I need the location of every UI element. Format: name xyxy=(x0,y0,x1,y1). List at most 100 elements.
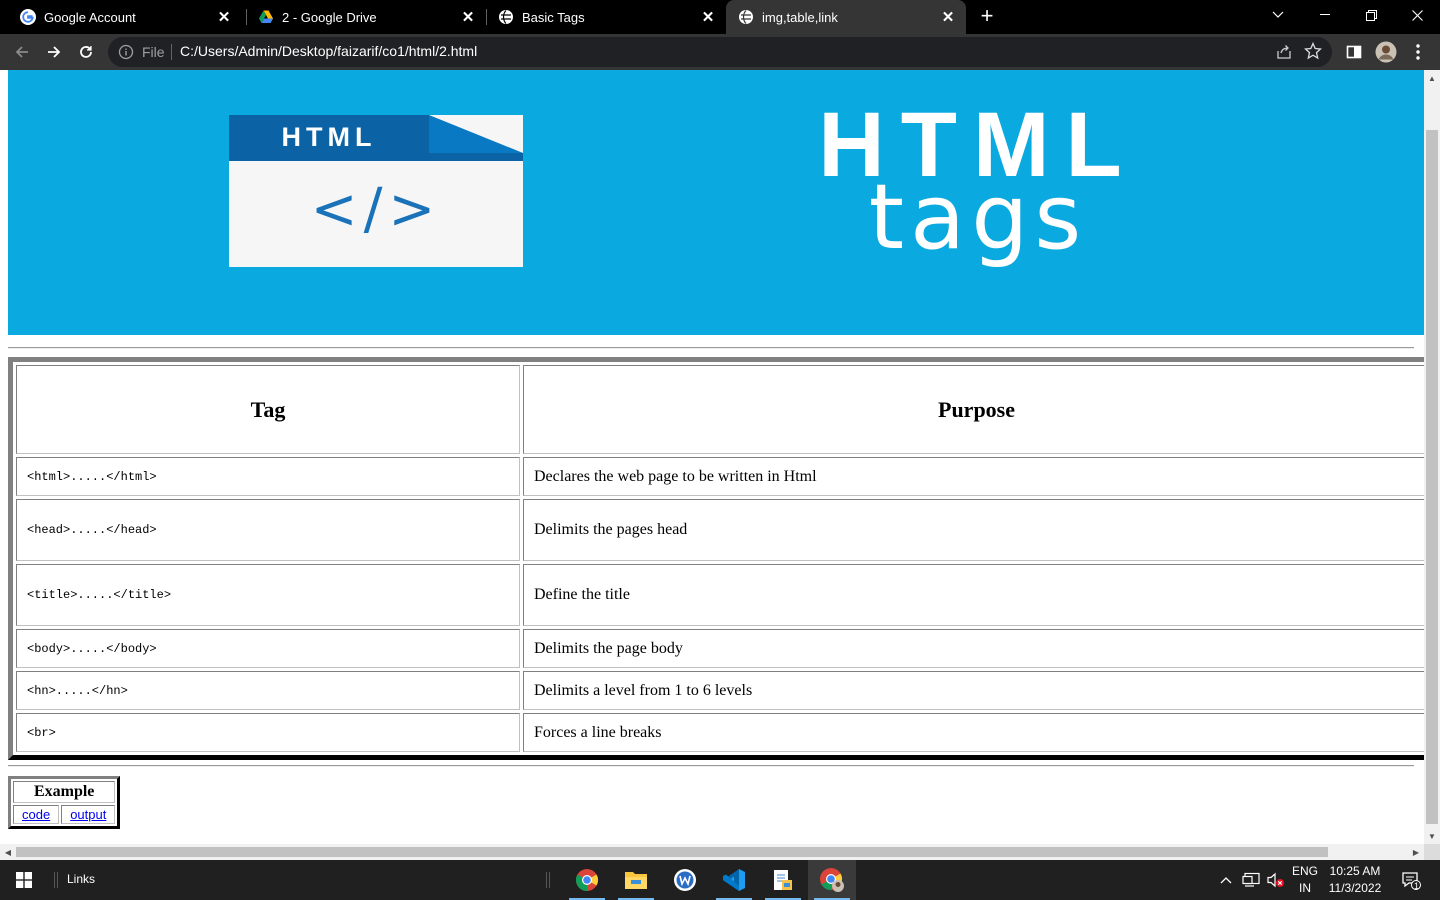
tab-img-table-link[interactable]: img,table,link ✕ xyxy=(726,0,966,34)
page-viewport[interactable]: HTML </> HTML tags Tag Purpose <html>...… xyxy=(0,70,1424,844)
volume-muted-icon[interactable] xyxy=(1264,860,1286,900)
profile-avatar[interactable] xyxy=(1374,40,1398,64)
forward-arrow-icon[interactable] xyxy=(40,38,68,66)
table-header-row: Tag Purpose xyxy=(16,365,1424,454)
example-table: Example code output xyxy=(8,776,121,829)
browser-toolbar: File C:/Users/Admin/Desktop/faizarif/co1… xyxy=(0,34,1440,70)
side-panel-icon[interactable] xyxy=(1342,40,1366,64)
column-header-tag: Tag xyxy=(16,365,520,454)
show-hidden-icons-chevron-icon[interactable] xyxy=(1216,860,1236,900)
output-link-cell: output xyxy=(61,805,116,824)
word-app-icon[interactable] xyxy=(661,860,709,900)
chrome-profile-icon[interactable] xyxy=(808,860,856,900)
html-tags-banner-image: HTML </> HTML tags xyxy=(8,70,1424,335)
purpose-cell: Forces a line breaks xyxy=(523,713,1424,752)
input-language-indicator[interactable]: ENG IN xyxy=(1288,863,1322,897)
table-row: <hn>.....</hn> Delimits a level from 1 t… xyxy=(16,671,1424,710)
kebab-menu-icon[interactable] xyxy=(1406,40,1430,64)
horizontal-scrollbar[interactable]: ◀ ▶ xyxy=(0,844,1424,860)
purpose-cell: Define the title xyxy=(523,564,1424,626)
example-header-row: Example xyxy=(13,781,116,803)
address-bar[interactable]: File C:/Users/Admin/Desktop/faizarif/co1… xyxy=(108,37,1332,67)
notepad-icon[interactable] xyxy=(759,860,807,900)
links-toolbar-label[interactable]: Links xyxy=(67,872,95,886)
google-drive-icon xyxy=(259,10,273,23)
system-clock[interactable]: 10:25 AM 11/3/2022 xyxy=(1324,863,1386,897)
share-icon[interactable] xyxy=(1276,44,1292,60)
horizontal-rule xyxy=(8,347,1414,349)
windows-start-icon[interactable] xyxy=(0,860,48,900)
tab-title: Basic Tags xyxy=(522,9,585,25)
tag-cell: <hn>.....</hn> xyxy=(16,671,520,710)
minimize-icon[interactable] xyxy=(1302,0,1348,30)
url-text[interactable]: C:/Users/Admin/Desktop/faizarif/co1/html… xyxy=(180,43,477,59)
scroll-down-arrow-icon[interactable]: ▼ xyxy=(1424,828,1440,844)
vertical-scrollbar[interactable]: ▲ ▼ xyxy=(1424,70,1440,844)
scroll-left-arrow-icon[interactable]: ◀ xyxy=(0,844,16,860)
tab-google-drive[interactable]: 2 - Google Drive ✕ xyxy=(238,0,486,34)
reload-icon[interactable] xyxy=(72,38,100,66)
network-icon[interactable] xyxy=(1240,860,1262,900)
language-code: ENG xyxy=(1291,864,1318,878)
url-scheme-label: File xyxy=(142,44,165,60)
restore-icon[interactable] xyxy=(1348,0,1394,30)
table-row: <body>.....</body> Delimits the page bod… xyxy=(16,629,1424,668)
omnibox-divider xyxy=(171,44,172,60)
scrollbar-corner xyxy=(1424,844,1440,860)
tab-basic-tags[interactable]: Basic Tags ✕ xyxy=(478,0,726,34)
globe-icon xyxy=(739,10,753,24)
toolbar-divider xyxy=(57,872,58,888)
clock-time: 10:25 AM xyxy=(1329,864,1381,878)
close-window-icon[interactable] xyxy=(1394,0,1440,30)
horizontal-rule xyxy=(8,765,1414,767)
example-links-row: code output xyxy=(13,805,116,824)
info-icon[interactable] xyxy=(118,44,134,60)
tab-close-icon[interactable]: ✕ xyxy=(458,7,478,27)
file-explorer-icon[interactable] xyxy=(612,860,660,900)
globe-icon xyxy=(499,10,513,24)
tag-cell: <title>.....</title> xyxy=(16,564,520,626)
code-link[interactable]: code xyxy=(22,807,50,822)
back-arrow-icon[interactable] xyxy=(8,38,36,66)
tags-table: Tag Purpose <html>.....</html> Declares … xyxy=(8,357,1424,760)
tab-title: Google Account xyxy=(44,9,136,25)
purpose-cell: Declares the web page to be written in H… xyxy=(523,457,1424,496)
tab-close-icon[interactable]: ✕ xyxy=(698,7,718,27)
banner-code-symbol: </> xyxy=(310,177,442,242)
tag-cell: <body>.....</body> xyxy=(16,629,520,668)
windows-taskbar: Links ENG IN 10:25 AM 11/3/2022 1 xyxy=(0,860,1440,900)
toolbar-divider xyxy=(54,872,55,888)
table-row: <head>.....</head> Delimits the pages he… xyxy=(16,499,1424,561)
notification-count-badge: 1 xyxy=(1414,881,1420,891)
horizontal-scroll-thumb[interactable] xyxy=(16,847,1328,857)
output-link[interactable]: output xyxy=(70,807,106,822)
vertical-scroll-thumb[interactable] xyxy=(1426,130,1438,824)
code-link-cell: code xyxy=(13,805,60,824)
purpose-cell: Delimits a level from 1 to 6 levels xyxy=(523,671,1424,710)
toolbar-divider xyxy=(546,872,547,888)
scroll-up-arrow-icon[interactable]: ▲ xyxy=(1424,70,1440,86)
notification-center-icon[interactable]: 1 xyxy=(1396,860,1426,900)
bookmark-star-icon[interactable] xyxy=(1304,42,1322,60)
clock-date: 11/3/2022 xyxy=(1328,881,1382,895)
tag-cell: <br> xyxy=(16,713,520,752)
google-g-icon xyxy=(20,9,36,25)
example-heading: Example xyxy=(13,781,116,803)
column-header-purpose: Purpose xyxy=(523,365,1424,454)
language-region: IN xyxy=(1299,881,1311,895)
tag-cell: <head>.....</head> xyxy=(16,499,520,561)
tab-close-icon[interactable]: ✕ xyxy=(938,7,958,27)
purpose-cell: Delimits the page body xyxy=(523,629,1424,668)
tag-cell: <html>.....</html> xyxy=(16,457,520,496)
scroll-right-arrow-icon[interactable]: ▶ xyxy=(1408,844,1424,860)
vscode-icon[interactable] xyxy=(710,860,758,900)
tab-search-chevron-icon[interactable] xyxy=(1255,0,1301,30)
tab-close-icon[interactable]: ✕ xyxy=(214,7,234,27)
chrome-icon[interactable] xyxy=(563,860,611,900)
toolbar-divider xyxy=(549,872,550,888)
banner-subtitle: tags xyxy=(868,165,1088,270)
table-row: <title>.....</title> Define the title xyxy=(16,564,1424,626)
tab-title: 2 - Google Drive xyxy=(282,9,377,25)
new-tab-plus-icon[interactable]: + xyxy=(976,5,998,27)
tab-google-account[interactable]: Google Account ✕ xyxy=(0,0,242,34)
